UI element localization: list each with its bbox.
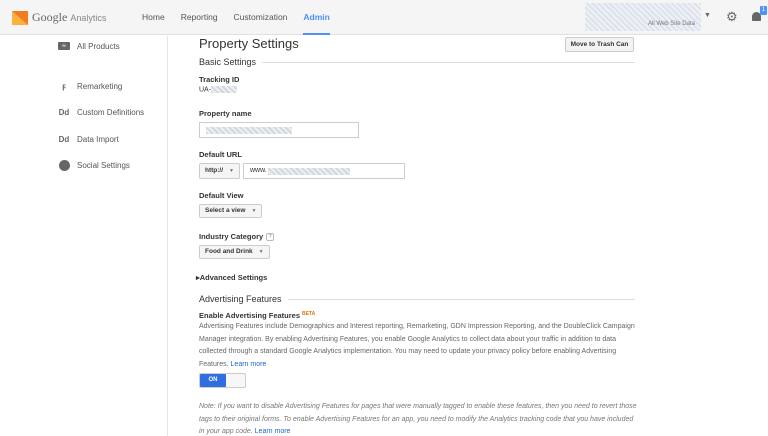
sidebar-divider	[167, 36, 168, 436]
help-icon[interactable]: ?	[266, 233, 275, 242]
advanced-settings-toggle[interactable]: ▸Advanced Settings	[196, 273, 267, 282]
default-view-label: Default View	[199, 191, 244, 200]
advertising-features-toggle[interactable]: ON	[199, 373, 246, 388]
toggle-on-label: ON	[200, 374, 226, 387]
page-title: Property Settings	[199, 36, 299, 51]
url-prefix: www.	[250, 167, 267, 174]
advanced-settings-label: Advanced Settings	[199, 273, 268, 282]
sidebar-item-label: Data Import	[77, 134, 119, 144]
default-url-input[interactable]: www.	[243, 163, 405, 179]
notifications-button[interactable]: 1	[752, 6, 767, 24]
nav-home[interactable]: Home	[142, 0, 165, 35]
basic-settings-heading: Basic Settings	[199, 57, 635, 67]
default-view-value: Select a view	[205, 207, 246, 214]
move-to-trash-button[interactable]: Move to Trash Can	[565, 37, 634, 52]
property-name-label: Property name	[199, 109, 252, 118]
section-title: Basic Settings	[199, 57, 257, 67]
nav-reporting[interactable]: Reporting	[181, 0, 218, 35]
sidebar-item-all-products[interactable]: ∞ All Products	[58, 40, 120, 52]
industry-category-text: Industry Category	[199, 232, 264, 241]
google-analytics-logo[interactable]: Google Analytics	[12, 10, 106, 25]
chevron-down-icon: ▼	[258, 249, 264, 255]
dd-icon: Dd	[58, 134, 70, 144]
advertising-features-heading: Advertising Features	[199, 294, 635, 304]
nav-customization[interactable]: Customization	[234, 0, 288, 35]
admin-sidebar: ∞ All Products ϝ Remarketing Dd Custom D…	[0, 36, 168, 436]
section-title: Advertising Features	[199, 294, 282, 304]
tracking-id-value: UA-	[199, 86, 238, 94]
remarketing-icon: ϝ	[62, 81, 66, 91]
gear-icon[interactable]: ⚙	[726, 9, 738, 25]
default-url-label: Default URL	[199, 150, 242, 159]
chevron-down-icon: ▼	[229, 168, 234, 174]
learn-more-link[interactable]: Learn more	[231, 361, 267, 368]
enable-advertising-text: Enable Advertising Features	[199, 311, 301, 320]
link-icon: ∞	[58, 40, 70, 52]
industry-category-select[interactable]: Food and Drink ▼	[199, 245, 270, 259]
product-name: Analytics	[70, 12, 107, 23]
advertising-description: Advertising Features include Demographic…	[199, 321, 637, 371]
advertising-note: Note: If you want to disable Advertising…	[199, 401, 637, 436]
notification-badge: 1	[760, 6, 767, 15]
sidebar-item-data-import[interactable]: Dd Data Import	[58, 133, 119, 145]
analytics-logo-icon	[12, 10, 28, 25]
protocol-select[interactable]: http:// ▼	[199, 163, 240, 179]
main-nav: Home Reporting Customization Admin	[142, 0, 346, 35]
top-bar: Google Analytics Home Reporting Customiz…	[0, 0, 768, 35]
beta-badge: BETA	[302, 311, 316, 317]
sidebar-item-label: Remarketing	[77, 81, 123, 91]
brand-name: Google	[32, 10, 68, 24]
industry-category-label: Industry Category?	[199, 232, 275, 242]
tracking-id-label: Tracking ID	[199, 75, 240, 84]
sidebar-item-label: Custom Definitions	[77, 107, 145, 117]
property-name-input[interactable]	[199, 122, 359, 138]
sidebar-item-social-settings[interactable]: Social Settings	[58, 159, 130, 171]
enable-advertising-label: Enable Advertising Features BETA	[199, 311, 315, 320]
tracking-id-prefix: UA-	[199, 86, 212, 94]
chevron-down-icon: ▼	[251, 208, 257, 214]
chevron-down-icon[interactable]: ▼	[704, 12, 711, 19]
note-learn-more-link[interactable]: Learn more	[255, 428, 291, 435]
sidebar-item-label: Social Settings	[77, 160, 130, 170]
protocol-value: http://	[205, 167, 224, 174]
default-view-select[interactable]: Select a view ▼	[199, 204, 263, 218]
sidebar-item-label: All Products	[77, 41, 120, 51]
account-view-name: All Web Site Data	[648, 21, 695, 27]
property-settings-panel: Property Settings Move to Trash Can Basi…	[185, 36, 768, 436]
globe-icon	[58, 159, 70, 171]
sidebar-item-remarketing[interactable]: ϝ Remarketing	[58, 80, 122, 92]
industry-category-value: Food and Drink	[205, 248, 253, 255]
dd-icon: Dd	[58, 107, 70, 117]
nav-admin[interactable]: Admin	[303, 0, 331, 35]
sidebar-item-custom-definitions[interactable]: Dd Custom Definitions	[58, 106, 144, 118]
